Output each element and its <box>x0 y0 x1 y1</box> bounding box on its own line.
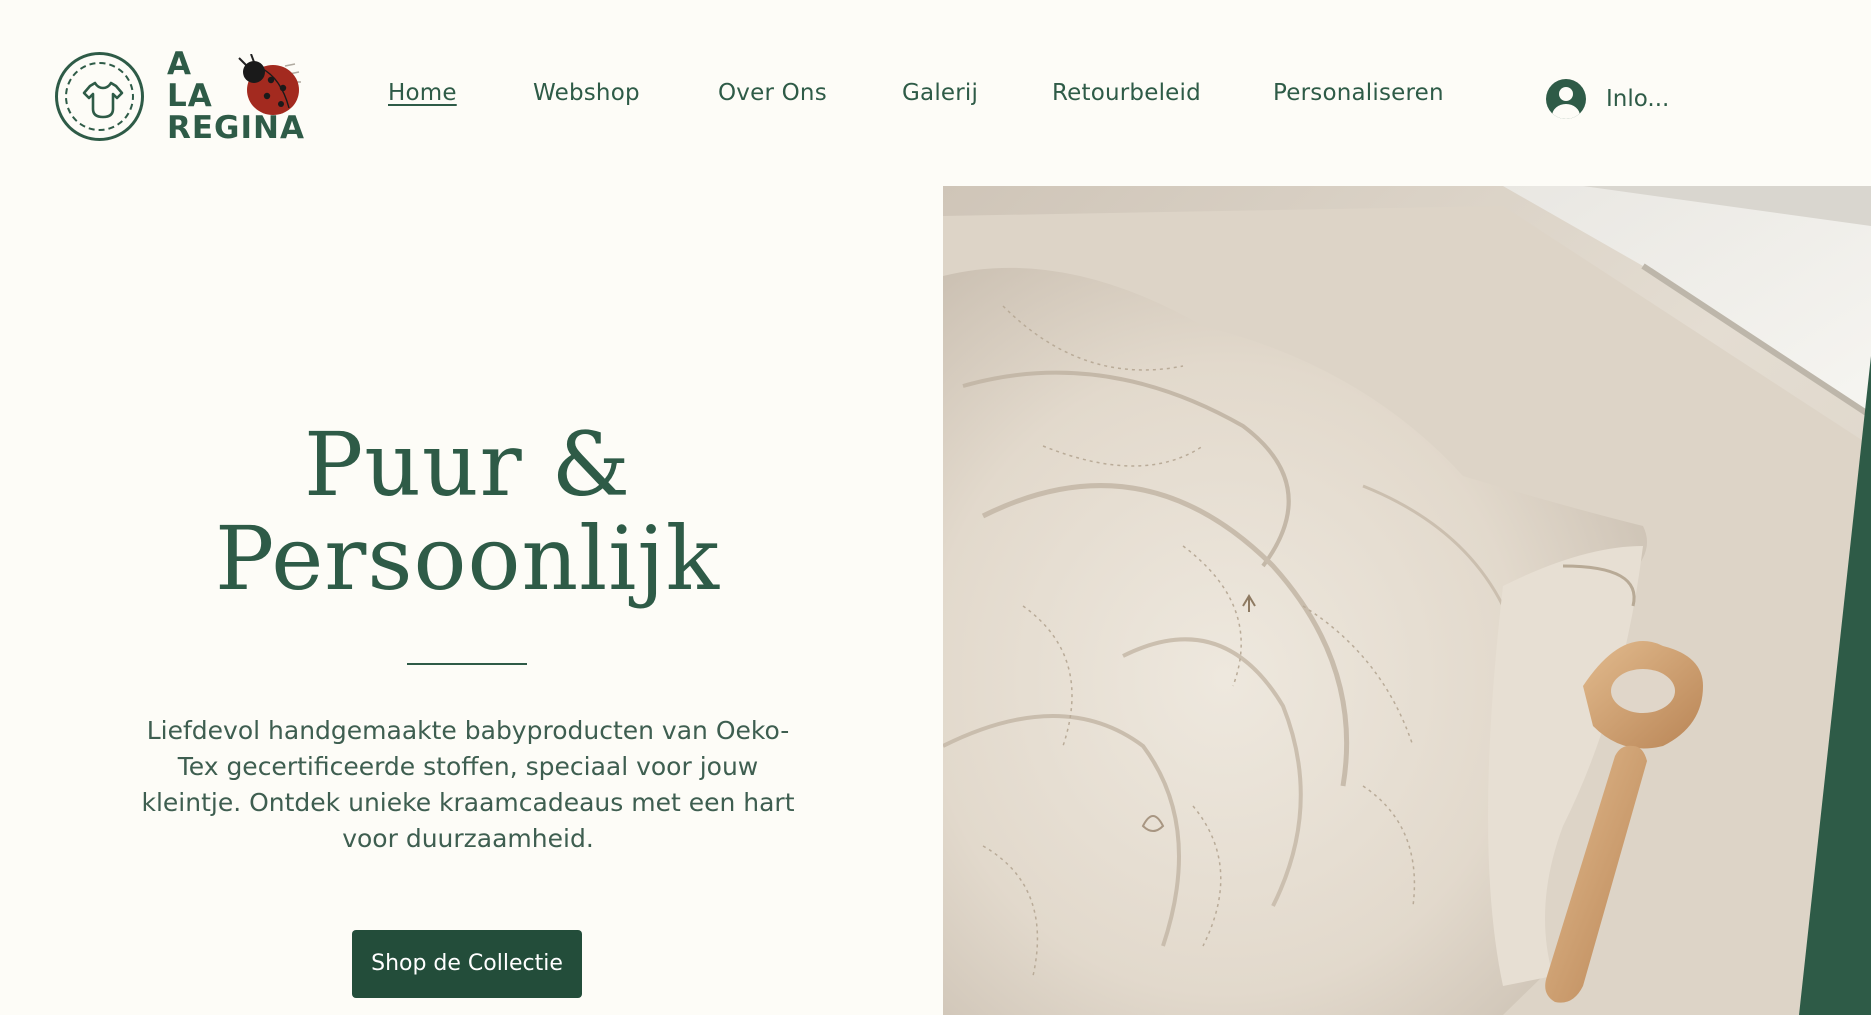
nav-item-retourbeleid[interactable]: Retourbeleid <box>1052 80 1201 106</box>
nav-item-galerij[interactable]: Galerij <box>902 80 978 106</box>
hero-divider <box>407 663 527 665</box>
ladybug-icon <box>238 54 301 115</box>
onesie-icon <box>82 81 124 119</box>
user-avatar-icon <box>1546 79 1586 119</box>
logo-badge <box>55 52 144 141</box>
hero-title-line2: Persoonlijk <box>214 507 721 610</box>
brand-logo[interactable]: A LA REGINA <box>55 48 315 152</box>
hero-image <box>943 186 1871 1015</box>
shop-collection-button[interactable]: Shop de Collectie <box>352 930 582 998</box>
page: A LA REGINA Home Webshop Over Ons Galeri… <box>0 0 1871 1015</box>
login-label: Inlo... <box>1606 86 1670 112</box>
nav-item-webshop[interactable]: Webshop <box>533 80 640 106</box>
hero-title-line1: Puur & <box>304 413 631 516</box>
nav-item-home[interactable]: Home <box>388 80 457 106</box>
nav-item-over-ons[interactable]: Over Ons <box>718 80 827 106</box>
login-button[interactable]: Inlo... <box>1546 78 1669 120</box>
hero-description: Liefdevol handgemaakte babyproducten van… <box>141 716 795 853</box>
hero-title: Puur & Persoonlijk <box>60 418 875 606</box>
nav-item-personaliseren[interactable]: Personaliseren <box>1273 80 1444 106</box>
